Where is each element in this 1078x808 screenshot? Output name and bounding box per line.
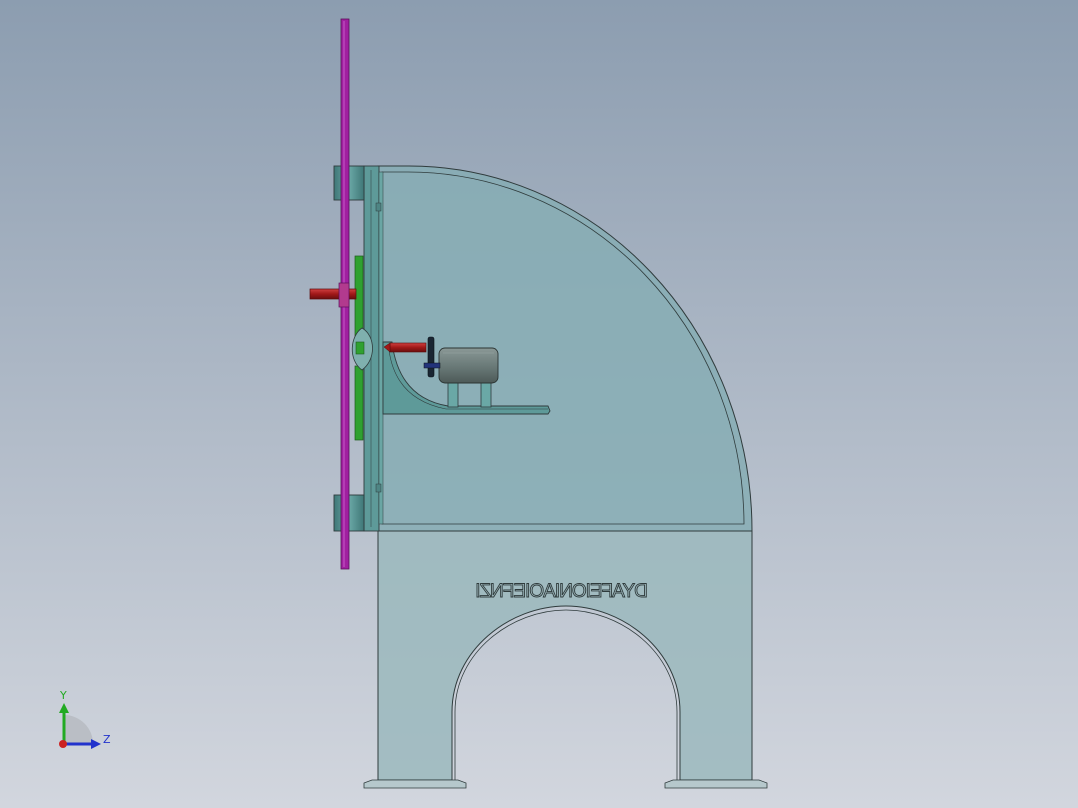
latch-knob	[355, 341, 365, 355]
triad-x-origin	[59, 740, 67, 748]
handwheel-disc	[427, 336, 435, 378]
motor-leg-right	[480, 379, 492, 408]
frame-stud-1	[375, 202, 382, 212]
model-view[interactable]: DYAFEIONIAOIEFNZI Y Z	[0, 0, 1078, 808]
lower-green-panel	[354, 365, 364, 441]
engraved-label: DYAFEIONIAOIEFNZI	[476, 581, 648, 602]
cad-graphics-viewport[interactable]: DYAFEIONIAOIEFNZI Y Z	[0, 0, 1078, 808]
triad-z-label: Z	[103, 733, 111, 746]
triad-y-label: Y	[59, 689, 67, 702]
right-foot	[664, 779, 768, 789]
motor-spindle	[389, 342, 427, 353]
left-foot	[363, 779, 467, 789]
handwheel-hub	[423, 362, 441, 369]
motor-leg-left	[447, 379, 459, 408]
handle-collar	[338, 282, 350, 308]
frame-strip	[378, 171, 384, 525]
frame-stud-2	[375, 483, 382, 493]
